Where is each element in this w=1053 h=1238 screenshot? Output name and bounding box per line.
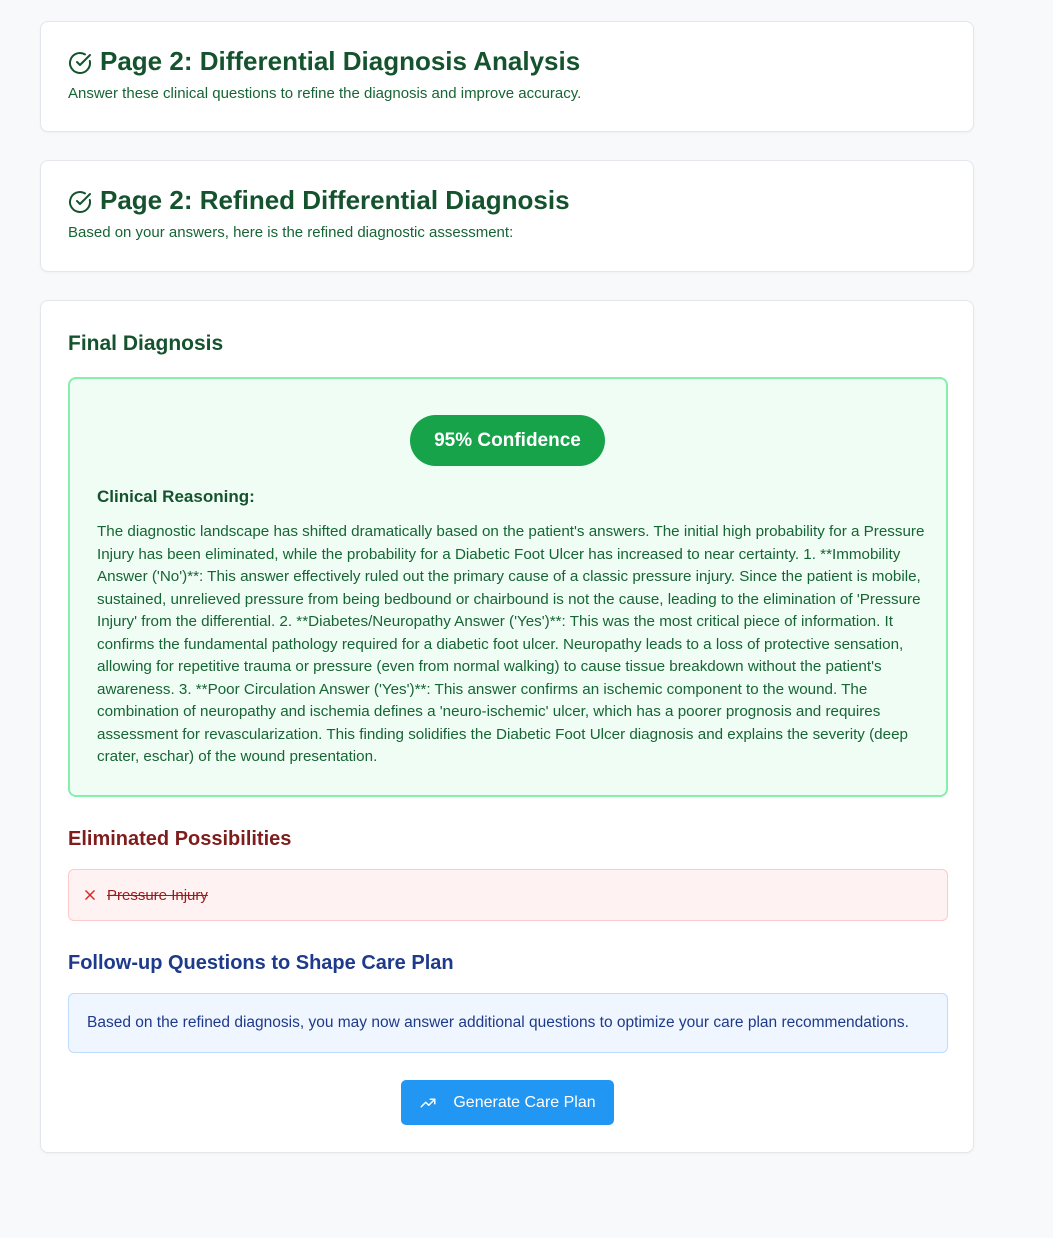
refined-title: Page 2: Refined Differential Diagnosis: [100, 185, 570, 215]
trending-up-icon: [419, 1094, 437, 1112]
reasoning-text: The diagnostic landscape has shifted dra…: [97, 523, 925, 765]
analysis-header-card: Page 2: Differential Diagnosis Analysis …: [40, 21, 974, 132]
check-circle-icon: [68, 51, 92, 75]
final-diagnosis-title: Final Diagnosis: [68, 332, 224, 355]
page-title: Page 2: Differential Diagnosis Analysis: [100, 46, 581, 76]
refined-header-card: Page 2: Refined Differential Diagnosis B…: [40, 160, 974, 272]
check-circle-icon: [68, 190, 92, 214]
x-icon: [83, 888, 97, 902]
refined-subtitle: Based on your answers, here is the refin…: [68, 224, 514, 241]
eliminated-title: Eliminated Possibilities: [68, 828, 292, 850]
followup-info: Based on the refined diagnosis, you may …: [68, 993, 948, 1053]
confidence-badge: 95% Confidence: [410, 415, 605, 466]
page-subtitle: Answer these clinical questions to refin…: [68, 85, 582, 102]
eliminated-label: Pressure Injury: [107, 886, 208, 904]
generate-care-plan-label: Generate Care Plan: [453, 1093, 596, 1111]
eliminated-item: Pressure Injury: [68, 869, 948, 921]
reasoning-label: Clinical Reasoning:: [97, 487, 255, 506]
final-diagnosis-card: Final Diagnosis 95% Confidence Clinical …: [40, 300, 974, 1153]
generate-care-plan-button[interactable]: Generate Care Plan: [401, 1080, 614, 1125]
diagnosis-box: 95% Confidence Clinical Reasoning: The d…: [68, 377, 948, 797]
followup-title: Follow-up Questions to Shape Care Plan: [68, 952, 454, 974]
